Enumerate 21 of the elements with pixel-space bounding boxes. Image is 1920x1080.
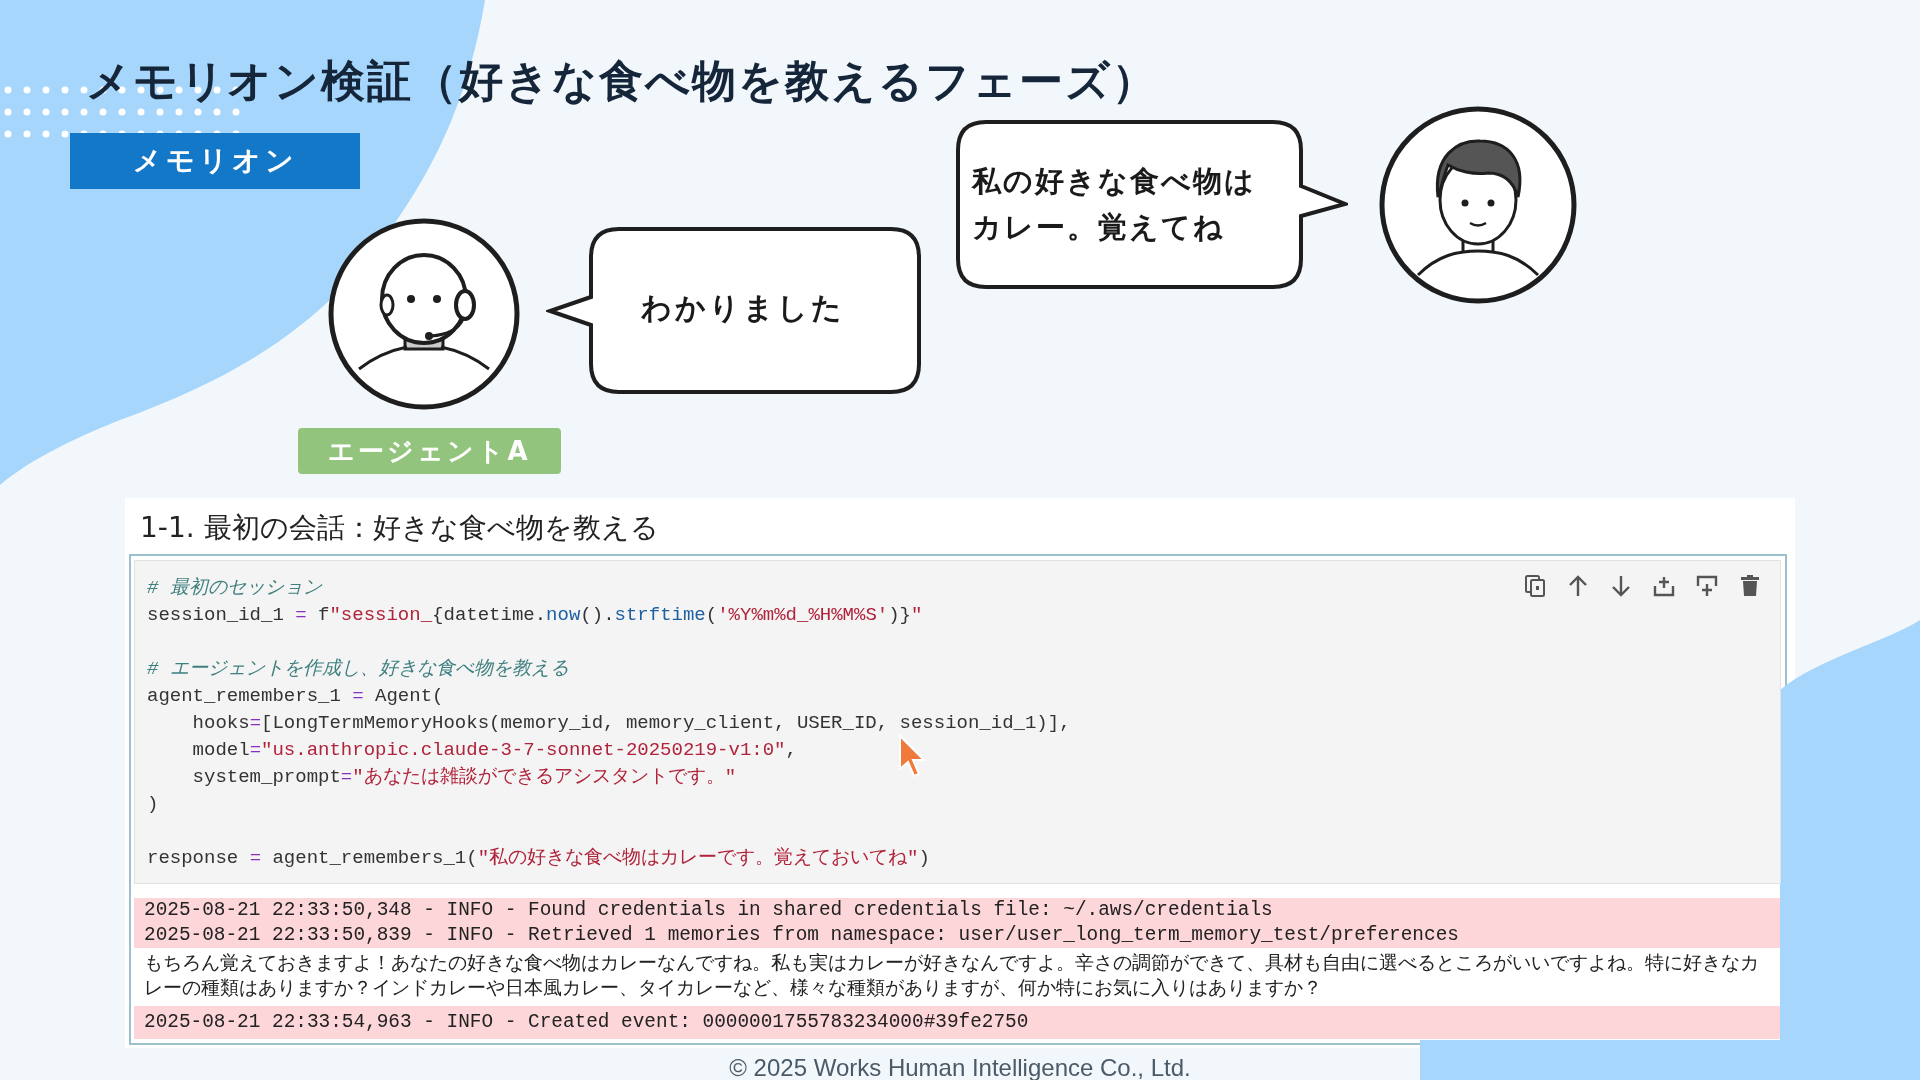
notebook-heading: 1-1. 最初の会話：好きな食べ物を教える [139,510,660,546]
slide-title: メモリオン検証（好きな食べ物を教えるフェーズ） [86,54,1158,108]
section-badge: メモリオン [70,133,360,189]
code-line: # エージェントを作成し、好きな食べ物を教える [147,657,569,682]
agent-label: エージェントA [298,428,561,474]
code-line: response = agent_remembers_1("私の好きな食べ物はカレーです。覚えておいてね") [147,846,930,871]
code-line: # 最初のセッション [147,576,322,601]
trash-icon[interactable] [1738,573,1762,599]
insert-below-icon[interactable] [1695,573,1719,599]
bubble-text: カレー。覚えてね [972,209,1225,246]
arrow-down-icon[interactable] [1609,573,1633,599]
code-line: hooks=[LongTermMemoryHooks(memory_id, memory_client, USER_ID, session_id_1)], [191,711,1071,736]
code-line: ) [147,792,159,817]
cursor-icon [897,733,927,779]
duplicate-icon[interactable] [1523,573,1547,599]
bubble-text: 私の好きな食べ物は [972,163,1256,200]
bubble-text: わかりました [641,289,845,327]
code-line: model="us.anthropic.claude-3-7-sonnet-20250219-v1:0", [191,738,797,763]
code-line: agent_remembers_1 = Agent( [147,684,444,709]
code-line: session_id_1 = f"session_{datetime.now().strftime('%Y%m%d_%H%M%S')}" [147,603,923,628]
code-line: system_prompt="あなたは雑談ができるアシスタントです。" [191,765,737,790]
